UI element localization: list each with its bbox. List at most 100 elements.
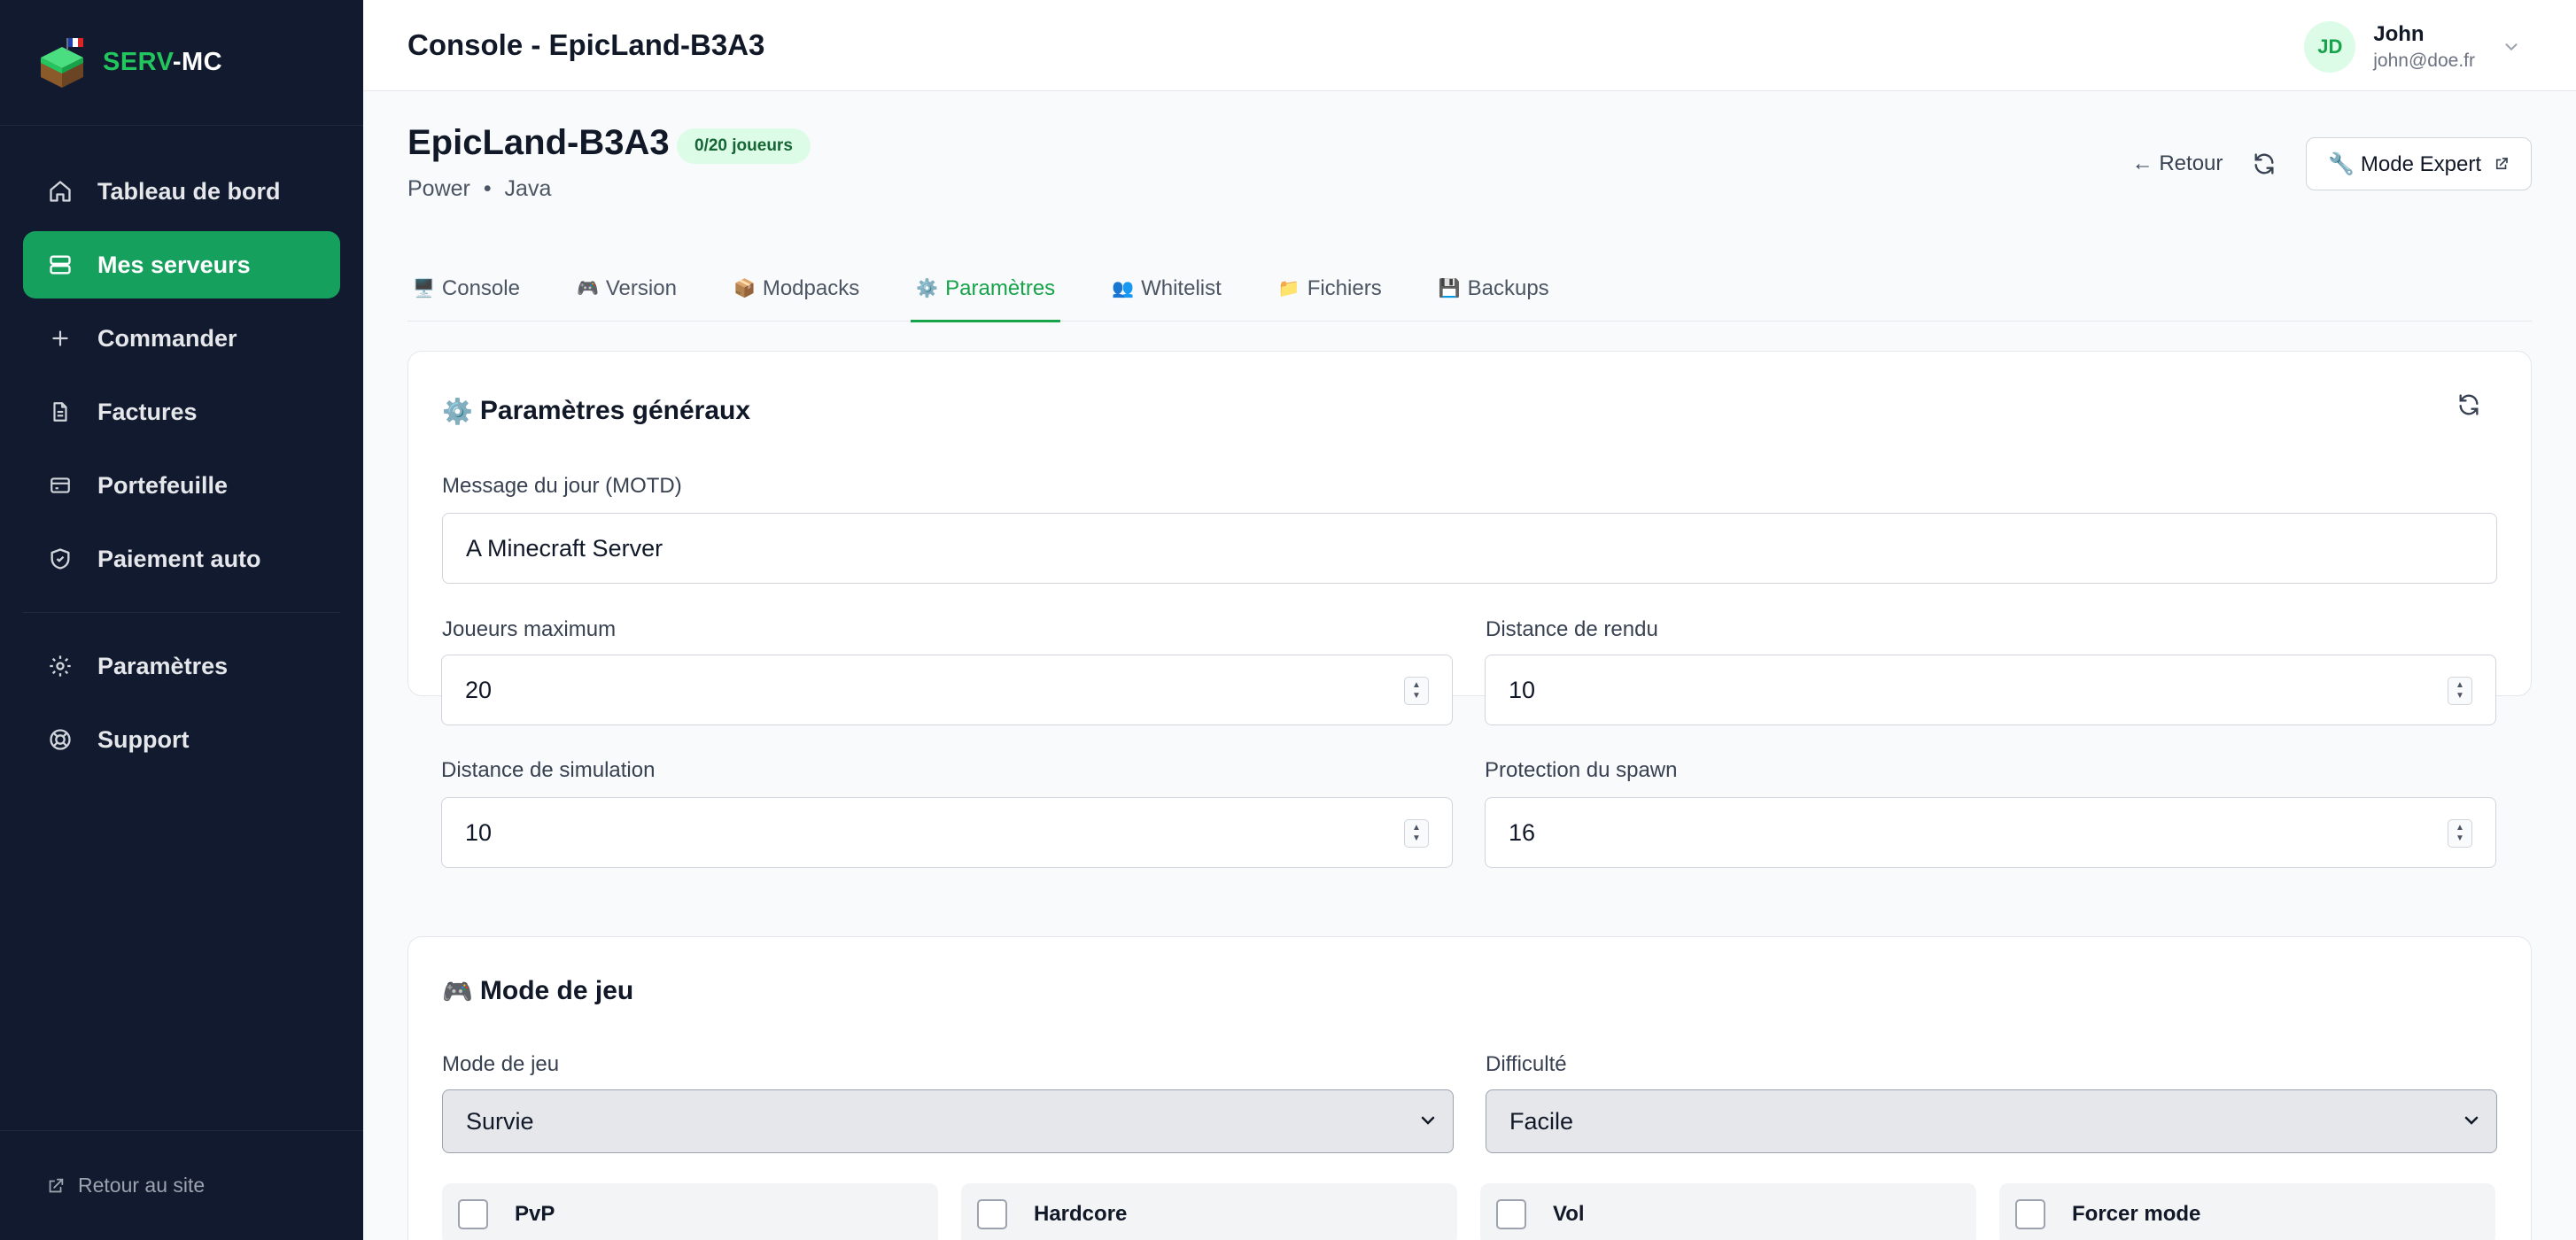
tab-version[interactable]: 🎮 Version	[571, 255, 682, 322]
game-mode-value: Survie	[466, 1107, 534, 1135]
server-header: EpicLand-B3A3 0/20 joueurs Power • Java …	[407, 91, 2532, 202]
refresh-button[interactable]	[2249, 149, 2279, 179]
render-distance-value: 10	[1509, 676, 1536, 703]
reload-settings-button[interactable]	[2453, 389, 2485, 421]
header-actions: ← Retour 🔧 Mode Expert	[2132, 137, 2532, 190]
folder-icon: 📁	[1277, 279, 1300, 298]
top-bar: Console - EpicLand-B3A3 JD John john@doe…	[363, 0, 2576, 91]
motd-label: Message du jour (MOTD)	[442, 474, 682, 498]
sidebar: SERV-MC Tableau de bord Mes serveurs Com…	[0, 0, 363, 1240]
avatar: JD	[2304, 21, 2356, 73]
gear-icon: ⚙️	[916, 279, 939, 298]
sidebar-item-dashboard[interactable]: Tableau de bord	[23, 158, 340, 225]
sidebar-nav: Tableau de bord Mes serveurs Commander F…	[0, 126, 363, 773]
max-players-label: Joueurs maximum	[442, 617, 617, 641]
sidebar-item-label: Tableau de bord	[97, 177, 281, 205]
game-mode-title: 🎮 Mode de jeu	[442, 976, 633, 1006]
render-distance-input[interactable]: 10 ▲ ▼	[1485, 655, 2496, 725]
sidebar-divider	[23, 612, 340, 613]
gamepad-icon: 🎮	[576, 279, 599, 298]
home-icon	[46, 177, 74, 205]
tab-label: Console	[441, 275, 520, 300]
sim-distance-input[interactable]: 10 ▲ ▼	[441, 797, 1453, 868]
expert-mode-button[interactable]: 🔧 Mode Expert	[2306, 137, 2532, 190]
tab-backups[interactable]: 💾 Backups	[1433, 255, 1555, 322]
checkbox-label: Hardcore	[1034, 1202, 1128, 1226]
user-name: John	[2373, 22, 2425, 46]
external-link-icon	[2494, 156, 2510, 172]
game-mode-card: 🎮 Mode de jeu Mode de jeu Difficulté Sur…	[407, 936, 2532, 1240]
tab-label: Version	[605, 275, 677, 300]
chevron-down-icon	[2502, 37, 2521, 57]
motd-input[interactable]: A Minecraft Server	[442, 513, 2497, 584]
sidebar-item-invoices[interactable]: Factures	[23, 378, 340, 446]
shield-icon	[46, 545, 74, 573]
users-icon: 👥	[1112, 279, 1135, 298]
sidebar-item-label: Paiement auto	[97, 545, 261, 572]
floppy-disk-icon: 💾	[1438, 279, 1461, 298]
user-info: John john@doe.fr	[2373, 22, 2475, 72]
sidebar-item-servers[interactable]: Mes serveurs	[23, 231, 340, 298]
spawn-protection-value: 16	[1509, 818, 1536, 846]
server-name: EpicLand-B3A3	[407, 123, 670, 162]
hardcore-checkbox[interactable]: Hardcore	[961, 1183, 1457, 1240]
tab-label: Whitelist	[1141, 275, 1222, 300]
tab-whitelist[interactable]: 👥 Whitelist	[1106, 255, 1227, 322]
player-count-badge: 0/20 joueurs	[677, 128, 811, 164]
back-button[interactable]: ← Retour	[2132, 151, 2223, 176]
tab-modpacks[interactable]: 📦 Modpacks	[728, 255, 865, 322]
sidebar-item-settings[interactable]: Paramètres	[23, 632, 340, 700]
checkbox-box[interactable]	[458, 1199, 488, 1229]
number-stepper[interactable]: ▲ ▼	[1404, 819, 1429, 848]
sidebar-item-autopay[interactable]: Paiement auto	[23, 525, 340, 593]
separator-dot: •	[483, 176, 492, 201]
general-settings-card: ⚙️ Paramètres généraux Message du jour (…	[407, 351, 2532, 696]
game-mode-select[interactable]: Survie	[442, 1089, 1454, 1153]
chevron-down-icon	[2461, 1110, 2482, 1131]
spawn-protection-label: Protection du spawn	[1485, 758, 1678, 782]
checkbox-label: Forcer mode	[2072, 1202, 2201, 1226]
checkbox-box[interactable]	[977, 1199, 1007, 1229]
max-players-value: 20	[465, 676, 493, 703]
flight-checkbox[interactable]: Vol	[1480, 1183, 1976, 1240]
render-distance-label: Distance de rendu	[1486, 617, 1658, 641]
sidebar-item-label: Factures	[97, 398, 198, 425]
back-to-site-link[interactable]: Retour au site	[0, 1130, 363, 1240]
number-stepper[interactable]: ▲ ▼	[2448, 819, 2472, 848]
sidebar-item-support[interactable]: Support	[23, 706, 340, 773]
spawn-protection-input[interactable]: 16 ▲ ▼	[1485, 797, 2496, 868]
chevron-down-icon	[1417, 1110, 1439, 1131]
force-gamemode-checkbox[interactable]: Forcer mode	[1999, 1183, 2495, 1240]
gear-icon	[46, 652, 74, 680]
brand-name-part1: SERV	[103, 48, 173, 76]
user-menu[interactable]: JD John john@doe.fr	[2304, 21, 2521, 73]
max-players-input[interactable]: 20 ▲ ▼	[441, 655, 1453, 725]
sidebar-item-order[interactable]: Commander	[23, 305, 340, 372]
tab-console[interactable]: 🖥️ Console	[407, 255, 525, 322]
file-icon	[46, 398, 74, 426]
sidebar-item-label: Portefeuille	[97, 471, 229, 499]
card-title-text: Mode de jeu	[479, 976, 634, 1005]
back-to-site-label: Retour au site	[78, 1174, 206, 1197]
sidebar-item-wallet[interactable]: Portefeuille	[23, 452, 340, 519]
brand[interactable]: SERV-MC	[0, 0, 363, 126]
package-icon: 📦	[733, 279, 756, 298]
game-mode-label: Mode de jeu	[442, 1052, 560, 1076]
difficulty-select[interactable]: Facile	[1486, 1089, 2497, 1153]
tab-label: Fichiers	[1307, 275, 1382, 300]
sim-distance-label: Distance de simulation	[441, 758, 656, 782]
tab-files[interactable]: 📁 Fichiers	[1273, 255, 1387, 322]
lifebuoy-icon	[46, 725, 74, 754]
plus-icon	[46, 324, 74, 353]
tab-label: Backups	[1467, 275, 1549, 300]
difficulty-label: Difficulté	[1486, 1052, 1567, 1076]
checkbox-box[interactable]	[1496, 1199, 1526, 1229]
sim-distance-value: 10	[465, 818, 493, 846]
number-stepper[interactable]: ▲ ▼	[2448, 677, 2472, 705]
checkbox-box[interactable]	[2015, 1199, 2045, 1229]
refresh-icon	[2459, 394, 2479, 415]
number-stepper[interactable]: ▲ ▼	[1404, 677, 1429, 705]
wallet-icon	[46, 471, 74, 500]
pvp-checkbox[interactable]: PvP	[442, 1183, 938, 1240]
tab-settings[interactable]: ⚙️ Paramètres	[911, 255, 1061, 322]
